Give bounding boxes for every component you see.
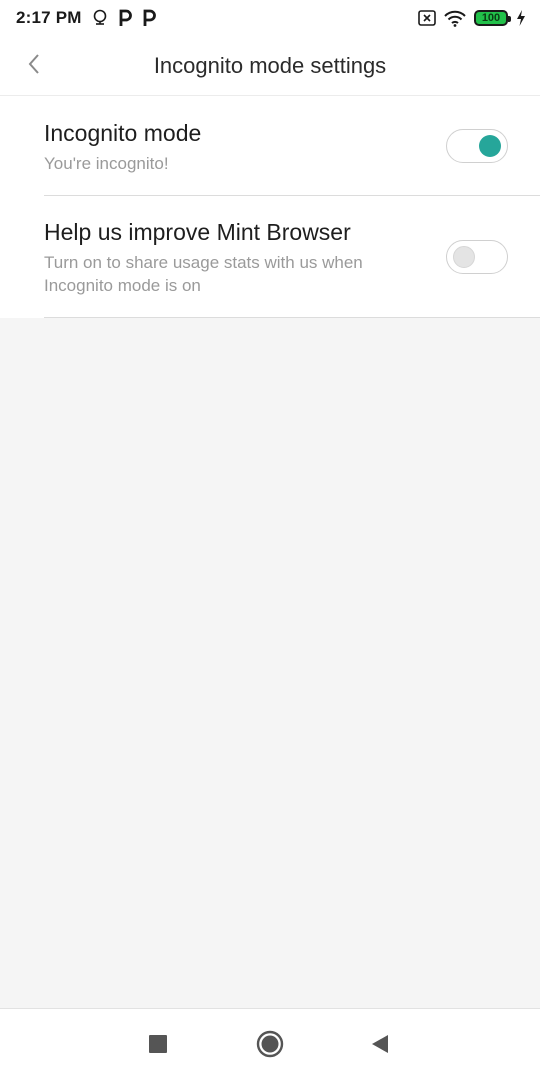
- parking-icon: [142, 9, 156, 27]
- back-button[interactable]: [18, 50, 50, 82]
- setting-subtitle: You're incognito!: [44, 154, 169, 173]
- toggle-knob: [453, 246, 475, 268]
- status-bar: 2:17 PM 100: [0, 0, 540, 36]
- back-icon: [370, 1033, 390, 1060]
- notification-icon: [92, 9, 108, 27]
- home-icon: [255, 1029, 285, 1064]
- wifi-icon: [444, 10, 466, 27]
- screen: 2:17 PM 100 Incognito mode settings Inco…: [0, 0, 540, 1080]
- setting-text: Help us improve Mint Browser Turn on to …: [44, 195, 508, 297]
- setting-title: Incognito mode: [44, 120, 202, 146]
- battery-icon: 100: [474, 10, 511, 26]
- settings-list: Incognito mode You're incognito! Help us…: [0, 96, 540, 318]
- incognito-mode-toggle[interactable]: [446, 129, 508, 163]
- recents-icon: [148, 1034, 168, 1059]
- setting-text: Incognito mode You're incognito!: [44, 96, 508, 175]
- setting-incognito-mode[interactable]: Incognito mode You're incognito!: [0, 96, 540, 195]
- sim-off-icon: [418, 10, 436, 26]
- parking-icon: [118, 9, 132, 27]
- divider: [44, 317, 540, 318]
- home-button[interactable]: [255, 1029, 285, 1064]
- battery-level: 100: [481, 12, 501, 24]
- chevron-left-icon: [27, 53, 41, 80]
- setting-title: Help us improve Mint Browser: [44, 219, 351, 245]
- toggle-knob: [479, 135, 501, 157]
- setting-subtitle: Turn on to share usage stats with us whe…: [44, 253, 363, 295]
- nav-back-button[interactable]: [365, 1031, 395, 1061]
- status-left: 2:17 PM: [16, 8, 156, 28]
- usage-stats-toggle[interactable]: [446, 240, 508, 274]
- status-time: 2:17 PM: [16, 8, 82, 27]
- status-right: 100: [418, 10, 526, 27]
- app-header: Incognito mode settings: [0, 36, 540, 96]
- recents-button[interactable]: [143, 1031, 173, 1061]
- charging-icon: [516, 10, 526, 26]
- system-nav-bar: [0, 1008, 540, 1080]
- page-title: Incognito mode settings: [153, 52, 387, 78]
